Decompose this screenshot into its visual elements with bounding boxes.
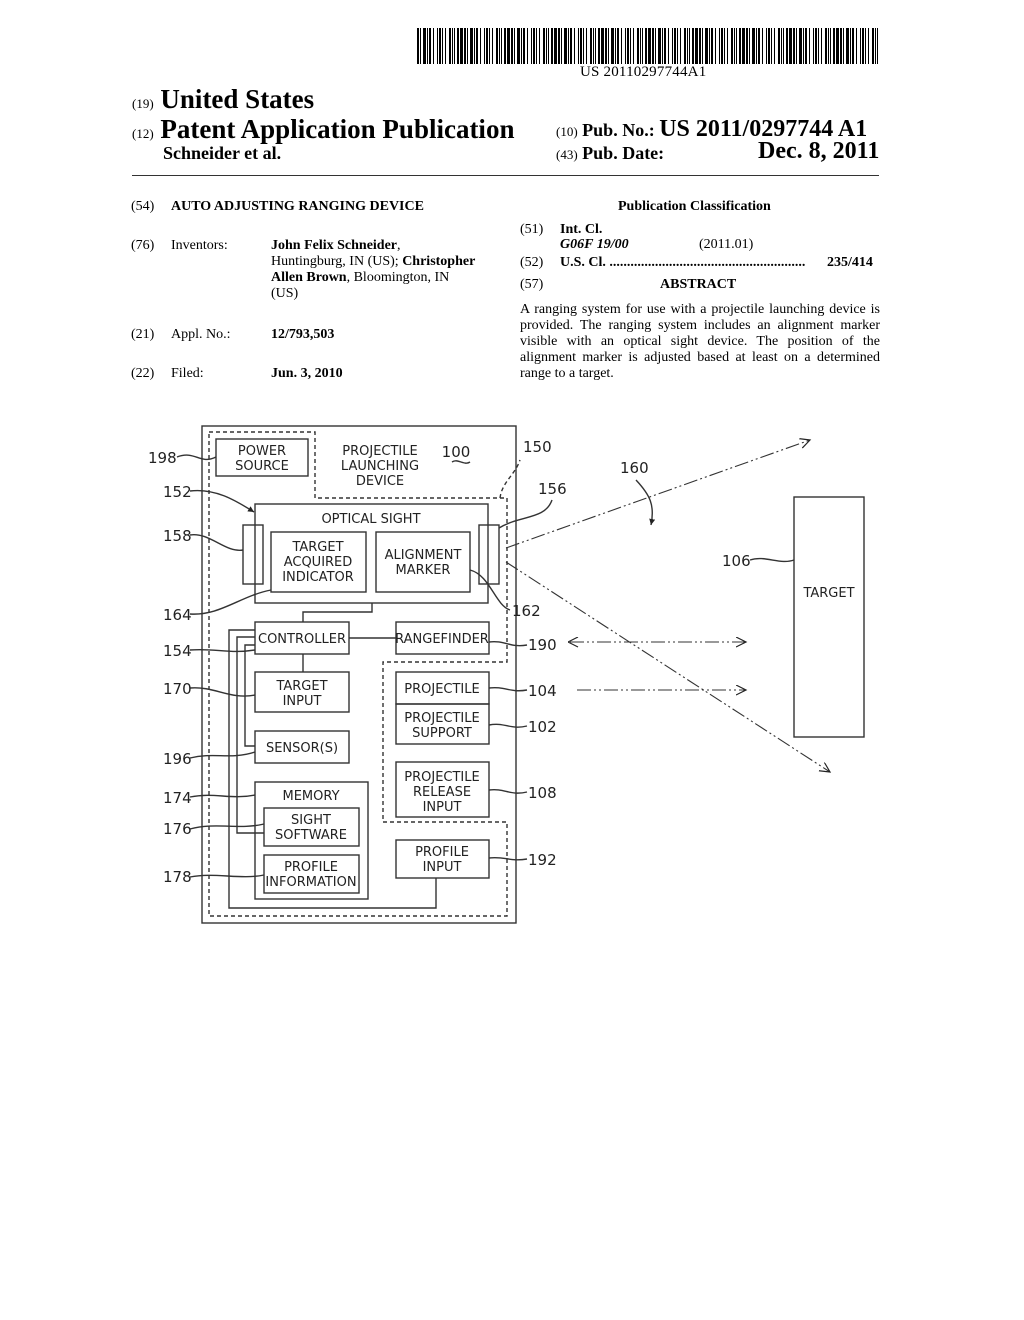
projectile-release-label: INPUT xyxy=(423,800,462,815)
ref-106: 106 xyxy=(722,552,751,570)
target-acquired-label: TARGET xyxy=(291,540,343,555)
ref-156: 156 xyxy=(538,480,567,498)
power-source-label: SOURCE xyxy=(235,459,289,474)
sight-element-156 xyxy=(478,524,500,585)
controller-label: CONTROLLER xyxy=(258,632,346,647)
target-acquired-label: INDICATOR xyxy=(282,570,354,585)
profile-input-label: PROFILE xyxy=(415,845,469,860)
optical-sight-label: OPTICAL SIGHT xyxy=(321,512,420,527)
sight-element-158 xyxy=(242,524,264,585)
ref-154: 154 xyxy=(163,642,192,660)
ref-196: 196 xyxy=(163,750,192,768)
ref-176: 176 xyxy=(163,820,192,838)
block-diagram: POWERSOURCEPROJECTILELAUNCHINGDEVICE100O… xyxy=(148,425,865,924)
ref-198: 198 xyxy=(148,449,177,467)
ref-152: 152 xyxy=(163,483,192,501)
target-label: TARGET xyxy=(802,586,854,601)
projectile-label: PROJECTILE xyxy=(404,682,479,697)
projectile-release-label: PROJECTILE xyxy=(404,770,479,785)
rangefinder-label: RANGEFINDER xyxy=(395,632,489,647)
ref-102: 102 xyxy=(528,718,557,736)
ref-162: 162 xyxy=(512,602,541,620)
ref-174: 174 xyxy=(163,789,192,807)
profile-information-label: INFORMATION xyxy=(265,875,356,890)
device-label: DEVICE xyxy=(356,474,404,489)
alignment-marker-label: MARKER xyxy=(396,563,451,578)
sight-software-label: SOFTWARE xyxy=(275,828,347,843)
projectile-release-label: RELEASE xyxy=(413,785,471,800)
target-input-label: TARGET xyxy=(275,679,327,694)
ref-170: 170 xyxy=(163,680,192,698)
ref-160: 160 xyxy=(620,459,649,477)
device-label: PROJECTILE xyxy=(342,444,417,459)
projectile-support-label: SUPPORT xyxy=(412,726,472,741)
target-acquired-label: ACQUIRED xyxy=(284,555,353,570)
memory-label: MEMORY xyxy=(282,789,339,804)
ref-104: 104 xyxy=(528,682,557,700)
ref-158: 158 xyxy=(163,527,192,545)
sight-software-label: SIGHT xyxy=(291,813,331,828)
beam-lower xyxy=(505,561,830,772)
device-ref: 100 xyxy=(442,443,471,461)
alignment-marker-label: ALIGNMENT xyxy=(385,548,462,563)
sensors-label: SENSOR(S) xyxy=(266,741,338,756)
profile-input-label: INPUT xyxy=(423,860,462,875)
ref-190: 190 xyxy=(528,636,557,654)
ref-164: 164 xyxy=(163,606,192,624)
ref-108: 108 xyxy=(528,784,557,802)
projectile-support-label: PROJECTILE xyxy=(404,711,479,726)
target-input-label: INPUT xyxy=(283,694,322,709)
ref-150: 150 xyxy=(523,438,552,456)
target-box xyxy=(793,496,865,738)
ref-178: 178 xyxy=(163,868,192,886)
profile-information-label: PROFILE xyxy=(284,860,338,875)
power-source-label: POWER xyxy=(238,444,286,459)
ref-192: 192 xyxy=(528,851,557,869)
device-label: LAUNCHING xyxy=(341,459,419,474)
